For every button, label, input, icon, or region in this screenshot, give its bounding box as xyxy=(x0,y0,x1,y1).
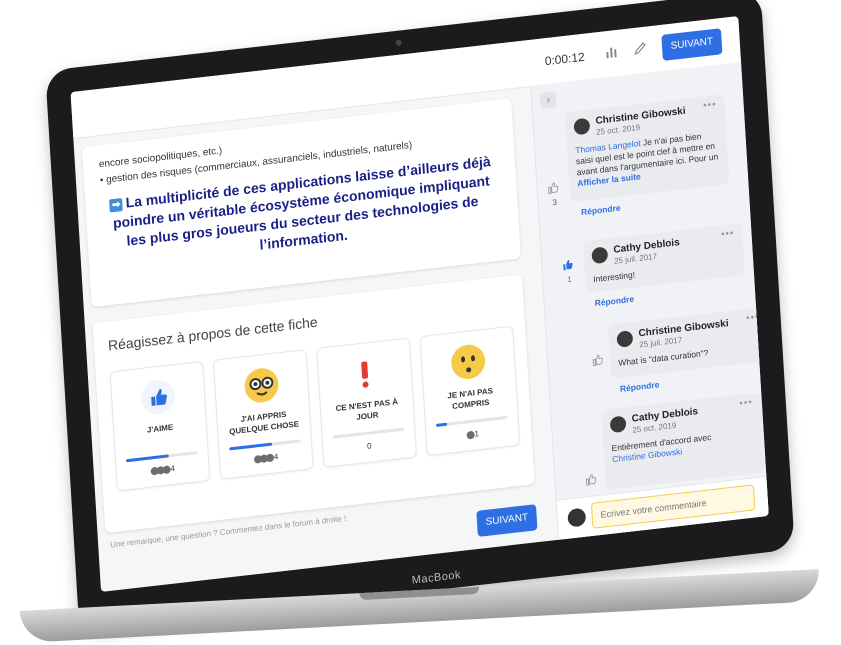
reaction-count-row: 1 xyxy=(427,425,519,444)
comment-card: Cathy Deblois 25 juil. 2017 ••• Interest… xyxy=(582,223,746,294)
reply-link[interactable]: Répondre xyxy=(594,294,634,308)
more-options-icon[interactable]: ••• xyxy=(703,99,717,112)
bar-chart-icon[interactable] xyxy=(604,44,619,60)
reaction-progress xyxy=(435,415,508,427)
comment-card: Christine Gibowski 25 oct. 2019 ••• Thom… xyxy=(564,94,730,203)
reply-link[interactable]: Répondre xyxy=(620,379,660,393)
reaction-label: JE N'AI PAS COMPRIS xyxy=(447,386,494,411)
more-options-icon[interactable]: ••• xyxy=(721,228,735,241)
reaction-count-row: 4 xyxy=(220,448,312,467)
laptop-mockup: 0:00:12 SUIVANT encore sociopolitiques, … xyxy=(0,0,841,645)
thumbs-up-outline-icon[interactable] xyxy=(592,353,605,367)
reaction-count: 4 xyxy=(273,451,279,462)
reply-link[interactable]: Répondre xyxy=(581,203,621,217)
comment-body: Thomas Langelot Je n'ai pas bien saisi q… xyxy=(575,129,721,189)
like-count: 1 xyxy=(566,274,572,285)
comment-author: Christine Gibowski xyxy=(638,318,729,340)
reactions-card: Réagissez à propos de cette fiche J'AIME… xyxy=(92,274,535,534)
thumbs-up-icon xyxy=(141,380,176,415)
reaction-progress xyxy=(125,451,198,463)
comment-card: Christine Gibowski 25 juil. 2017 ••• Wha… xyxy=(607,306,769,379)
comment-input[interactable] xyxy=(590,484,756,529)
next-button-top[interactable]: SUIVANT xyxy=(661,28,723,61)
reactions-title: Réagissez à propos de cette fiche xyxy=(107,313,319,354)
comments-sidebar: › 3 Christine Gibowski 25 oct. 2019 ••• … xyxy=(530,61,769,541)
reaction-not-understood[interactable]: JE N'AI PAS COMPRIS 1 xyxy=(419,325,521,457)
avatar xyxy=(573,117,591,136)
laptop-screen: 0:00:12 SUIVANT encore sociopolitiques, … xyxy=(70,16,769,592)
reaction-count: 0 xyxy=(366,441,372,451)
reaction-label: CE N'EST PAS À JOUR xyxy=(335,397,399,422)
nerd-emoji-icon xyxy=(244,368,279,403)
chevron-right-icon[interactable]: › xyxy=(539,91,557,110)
comment-author: Christine Gibowski xyxy=(595,105,686,127)
laptop-lid: 0:00:12 SUIVANT encore sociopolitiques, … xyxy=(45,0,795,631)
reaction-like[interactable]: J'AIME 4 xyxy=(109,360,211,492)
next-button-bottom[interactable]: SUIVANT xyxy=(476,504,538,537)
reaction-count-row: 4 xyxy=(117,460,209,479)
comment-card: Cathy Deblois 25 oct. 2019 ••• Entièreme… xyxy=(601,392,766,491)
main-panel: encore sociopolitiques, etc.) • gestion … xyxy=(73,86,558,592)
more-options-icon[interactable]: ••• xyxy=(739,397,753,410)
comment-text: Je n'ai pas bien saisi quel est le point… xyxy=(575,131,719,178)
thumbs-up-filled-icon[interactable] xyxy=(562,258,575,271)
reaction-count: 1 xyxy=(474,429,480,439)
reaction-learned[interactable]: J'AI APPRIS QUELQUE CHOSE 4 xyxy=(212,349,314,480)
reaction-count: 4 xyxy=(170,463,176,474)
avatar xyxy=(616,330,634,348)
like-count: 3 xyxy=(552,197,558,208)
thumbs-up-outline-icon[interactable] xyxy=(585,473,598,486)
avatar xyxy=(609,415,627,434)
more-options-icon[interactable]: ••• xyxy=(746,312,760,325)
avatar xyxy=(567,507,587,528)
exclamation-icon xyxy=(361,361,369,388)
arrow-right-icon: ➡ xyxy=(109,197,124,213)
reaction-progress xyxy=(332,427,405,439)
reaction-progress xyxy=(229,439,302,451)
content-card: encore sociopolitiques, etc.) • gestion … xyxy=(81,98,521,308)
camera-icon xyxy=(395,39,402,47)
thumbs-up-outline-icon[interactable] xyxy=(547,181,560,195)
confused-emoji-icon xyxy=(451,344,486,379)
pencil-icon[interactable] xyxy=(633,41,648,57)
timer: 0:00:12 xyxy=(544,49,586,69)
avatar xyxy=(591,246,609,265)
reaction-label: J'AI APPRIS QUELQUE CHOSE xyxy=(228,409,300,437)
reaction-outdated[interactable]: CE N'EST PAS À JOUR 0 xyxy=(316,337,418,468)
reaction-label: J'AIME xyxy=(146,422,174,435)
